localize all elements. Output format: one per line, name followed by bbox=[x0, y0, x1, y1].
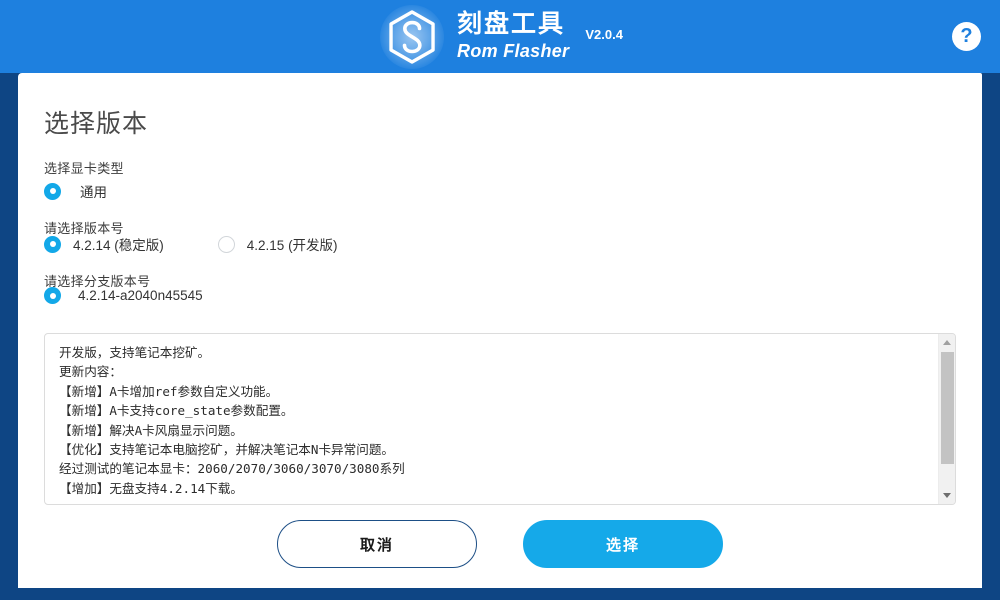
radio-dot-selected-icon[interactable] bbox=[44, 287, 61, 304]
changelog-scrollbar[interactable] bbox=[938, 334, 955, 504]
select-button[interactable]: 选择 bbox=[523, 520, 723, 568]
help-button[interactable]: ? bbox=[952, 22, 981, 51]
radio-label-branch: 4.2.14-a2040n45545 bbox=[78, 288, 203, 303]
brand-block: 刻盘工具 Rom Flasher V2.0.4 bbox=[377, 0, 623, 73]
radio-dot-selected-icon[interactable] bbox=[44, 235, 61, 253]
radio-dot-unselected-icon[interactable] bbox=[217, 235, 235, 253]
scrollbar-thumb[interactable] bbox=[940, 352, 954, 464]
question-mark-icon: ? bbox=[960, 25, 973, 47]
branch-radio-group: 4.2.14-a2040n45545 bbox=[44, 287, 203, 304]
app-header: 刻盘工具 Rom Flasher V2.0.4 ? bbox=[0, 0, 1000, 73]
content-card: 选择版本 选择显卡类型 通用 请选择版本号 4.2.14 (稳定版) 4.2.1… bbox=[18, 73, 982, 588]
radio-option-version-stable[interactable]: 4.2.14 (稳定版) bbox=[44, 234, 164, 254]
changelog-box: 开发版，支持笔记本挖矿。 更新内容： 【新增】A卡增加ref参数自定义功能。 【… bbox=[44, 333, 956, 505]
cancel-button[interactable]: 取消 bbox=[277, 520, 477, 568]
hexagon-s-logo-icon bbox=[377, 4, 447, 70]
app-window: 刻盘工具 Rom Flasher V2.0.4 ? 选择版本 选择显卡类型 通用… bbox=[0, 0, 1000, 600]
radio-dot-selected-icon[interactable] bbox=[44, 182, 61, 200]
app-title-cn: 刻盘工具 bbox=[457, 9, 566, 38]
scrollbar-track[interactable] bbox=[938, 351, 955, 487]
version-radio-group: 4.2.14 (稳定版) 4.2.15 (开发版) bbox=[44, 234, 338, 254]
scrollbar-up-button[interactable] bbox=[938, 334, 955, 351]
radio-label-version-stable: 4.2.14 (稳定版) bbox=[73, 238, 164, 253]
changelog-text: 开发版，支持笔记本挖矿。 更新内容： 【新增】A卡增加ref参数自定义功能。 【… bbox=[59, 345, 405, 496]
hexagon-s-logo-svg bbox=[389, 9, 435, 64]
app-version-label: V2.0.4 bbox=[585, 27, 623, 42]
radio-option-gpu-generic[interactable]: 通用 bbox=[44, 181, 107, 201]
radio-option-version-dev[interactable]: 4.2.15 (开发版) bbox=[217, 234, 338, 254]
radio-option-branch[interactable]: 4.2.14-a2040n45545 bbox=[44, 287, 203, 304]
triangle-down-icon bbox=[943, 493, 951, 498]
radio-label-gpu-generic: 通用 bbox=[80, 185, 107, 200]
triangle-up-icon bbox=[943, 340, 951, 345]
gpu-type-label: 选择显卡类型 bbox=[44, 161, 124, 176]
gpu-type-radio-group: 通用 bbox=[44, 181, 107, 201]
page-title: 选择版本 bbox=[44, 110, 149, 138]
brand-text: 刻盘工具 Rom Flasher bbox=[457, 9, 570, 63]
radio-label-version-dev: 4.2.15 (开发版) bbox=[246, 238, 338, 253]
app-title-en: Rom Flasher bbox=[457, 40, 570, 61]
scrollbar-down-button[interactable] bbox=[938, 487, 955, 504]
button-bar: 取消 选择 bbox=[18, 520, 982, 568]
